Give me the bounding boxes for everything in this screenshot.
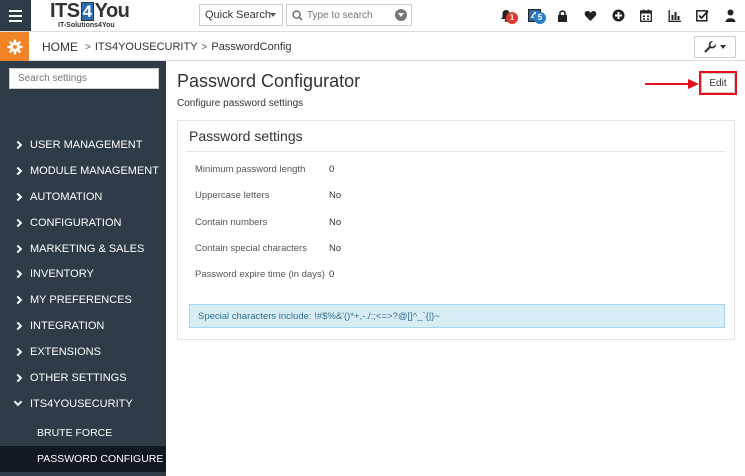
heart-icon[interactable]	[579, 0, 601, 31]
sidebar-item-automation[interactable]: AUTOMATION	[0, 184, 166, 210]
chevron-right-icon	[13, 373, 23, 383]
breadcrumb-bar: HOME > ITS4YOUSECURITY > PasswordConfig	[0, 32, 745, 61]
sidebar-item-integration[interactable]: INTEGRATION	[0, 313, 166, 339]
chevron-down-icon	[13, 398, 23, 407]
setting-row: Uppercase letters No	[195, 190, 341, 201]
chevron-right-icon	[13, 347, 23, 357]
plus-circle-icon[interactable]	[607, 0, 629, 31]
setting-label: Password expire time (in days)	[195, 269, 325, 280]
chevron-right-icon	[13, 244, 23, 253]
sidebar-item-other-settings[interactable]: OTHER SETTINGS	[0, 365, 166, 391]
sidebar-item-its4yousecurity[interactable]: ITS4YOUSECURITY	[0, 391, 166, 417]
edit-button[interactable]: Edit	[701, 73, 735, 93]
setting-label: Minimum password length	[195, 164, 306, 175]
setting-row: Contain numbers No	[195, 217, 341, 228]
chevron-right-icon	[13, 270, 23, 279]
wrench-icon	[704, 41, 716, 53]
breadcrumb-home[interactable]: HOME	[42, 40, 78, 54]
breadcrumb-module[interactable]: ITS4YOUSECURITY	[95, 41, 198, 53]
setting-value: 0	[329, 164, 335, 175]
settings-actions-button[interactable]	[694, 36, 736, 58]
calendar-icon[interactable]	[635, 0, 657, 31]
setting-row: Password expire time (in days) 0	[195, 269, 334, 280]
settings-sidebar: USER MANAGEMENT MODULE MANAGEMENT AUTOMA…	[0, 61, 166, 476]
setting-value: 0	[329, 269, 335, 280]
hamburger-menu-icon[interactable]	[0, 0, 31, 31]
bar-chart-icon[interactable]	[663, 0, 685, 31]
logo-subtitle: IT-Solutions4You	[58, 22, 115, 29]
lock-icon[interactable]	[551, 0, 573, 31]
sidebar-item-configuration[interactable]: CONFIGURATION	[0, 210, 166, 236]
setting-label: Contain numbers	[195, 217, 268, 228]
chevron-right-icon	[13, 140, 23, 150]
setting-row: Minimum password length 0	[195, 164, 334, 175]
page-subtitle: Configure password settings	[177, 98, 304, 109]
chevron-down-icon	[720, 45, 726, 49]
sidebar-item-extensions[interactable]: EXTENSIONS	[0, 339, 166, 365]
sidebar-subitem-brute-force[interactable]: BRUTE FORCE	[0, 420, 166, 446]
search-icon	[287, 5, 307, 25]
setting-value: No	[329, 243, 342, 254]
search-input[interactable]	[307, 9, 389, 21]
setting-label: Uppercase letters	[195, 190, 270, 201]
panel-title: Password settings	[189, 128, 303, 144]
breadcrumb-page: PasswordConfig	[211, 41, 292, 53]
setting-value: No	[329, 217, 342, 228]
settings-search-input[interactable]	[9, 68, 159, 89]
sidebar-subitem-password-configure[interactable]: PASSWORD CONFIGURE	[0, 445, 166, 472]
setting-row: Contain special characters No	[195, 243, 341, 254]
sidebar-item-inventory[interactable]: INVENTORY	[0, 261, 166, 287]
chevron-right-icon	[13, 218, 23, 227]
chevron-right-icon	[13, 321, 23, 331]
red-arrow-annotation	[645, 79, 699, 89]
app-logo[interactable]: ITS 4 You IT-Solutions4You	[50, 1, 130, 31]
setting-value: No	[329, 190, 342, 201]
checkbox-icon[interactable]	[691, 0, 713, 31]
page-title: Password Configurator	[177, 71, 361, 91]
chevron-right-icon: >	[85, 41, 91, 53]
sidebar-item-user-management[interactable]: USER MANAGEMENT	[0, 132, 166, 158]
top-bar: ITS4You IT-Solutions4You Quick Search 1 …	[0, 0, 745, 32]
settings-gear-icon[interactable]	[0, 32, 29, 61]
notifications-badge: 1	[506, 12, 518, 24]
chevron-right-icon	[13, 296, 23, 305]
breadcrumb: HOME > ITS4YOUSECURITY > PasswordConfig	[42, 40, 291, 54]
sidebar-item-marketing-sales[interactable]: MARKETING & SALES	[0, 236, 166, 262]
its4you-icon[interactable]: 4 5	[523, 0, 546, 31]
divider	[186, 151, 725, 152]
settings-menu: USER MANAGEMENT MODULE MANAGEMENT AUTOMA…	[0, 132, 166, 472]
its4you-badge: 5	[534, 12, 546, 24]
chevron-right-icon	[13, 192, 23, 201]
chevron-right-icon	[13, 166, 23, 176]
password-settings-panel: Password settings Minimum password lengt…	[177, 120, 735, 340]
chevron-down-icon	[270, 13, 276, 17]
global-search[interactable]	[286, 4, 412, 26]
advanced-search-icon[interactable]	[395, 9, 407, 21]
bell-icon[interactable]: 1	[495, 0, 518, 31]
quick-search-select[interactable]: Quick Search	[199, 4, 283, 26]
sidebar-item-my-preferences[interactable]: MY PREFERENCES	[0, 287, 166, 313]
sidebar-item-module-management[interactable]: MODULE MANAGEMENT	[0, 158, 166, 184]
chevron-right-icon: >	[201, 41, 208, 53]
user-icon[interactable]	[719, 0, 741, 31]
special-characters-info: Special characters include: !#$%&'()*+,-…	[189, 304, 725, 328]
setting-label: Contain special characters	[195, 243, 307, 254]
